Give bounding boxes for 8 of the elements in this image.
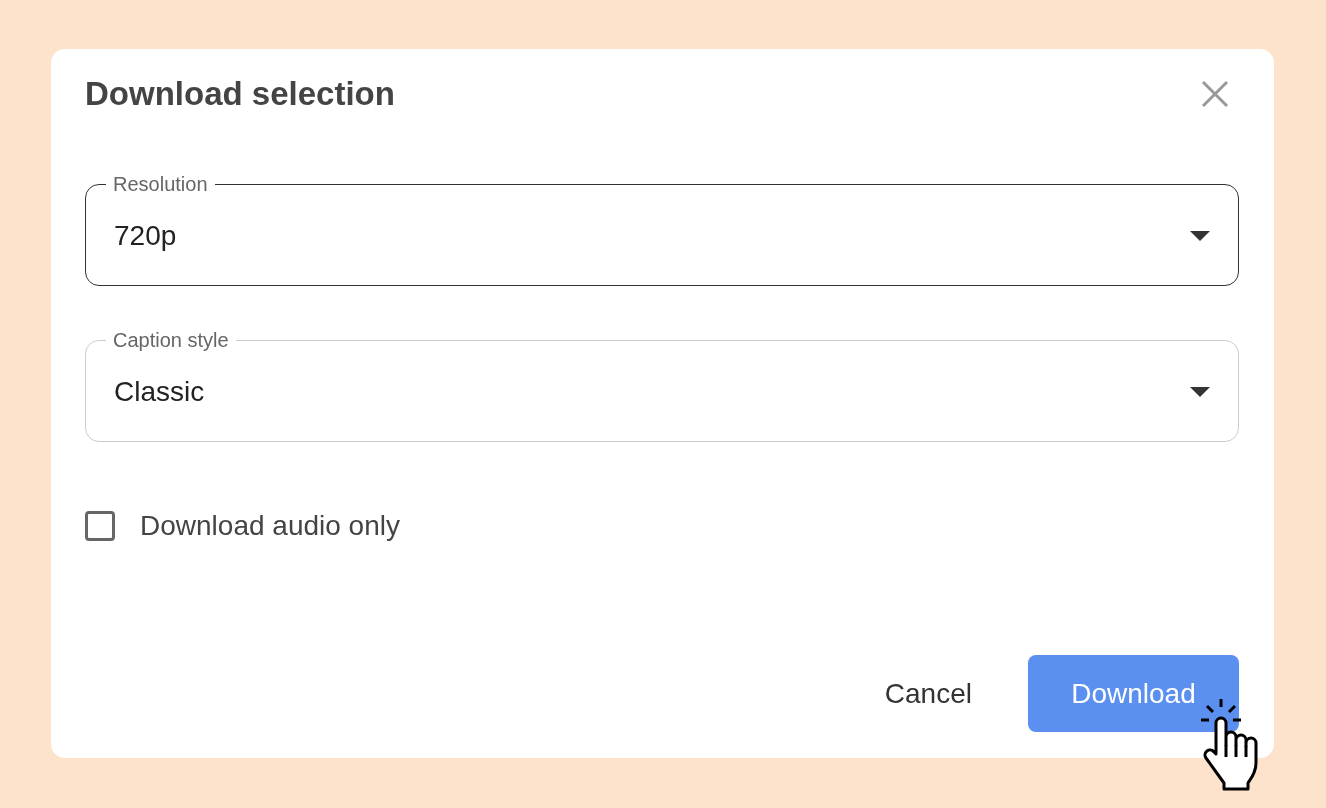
cancel-button[interactable]: Cancel [884,657,972,730]
select-field[interactable]: Caption style Classic [85,329,1239,442]
checkbox-label: Download audio only [140,510,400,542]
caret-icon [1190,230,1210,241]
caret-icon [1190,386,1210,397]
dialog-title: Download selection [85,75,395,113]
select-field[interactable]: Resolution 720p [85,173,1239,286]
checkbox[interactable] [85,511,115,541]
